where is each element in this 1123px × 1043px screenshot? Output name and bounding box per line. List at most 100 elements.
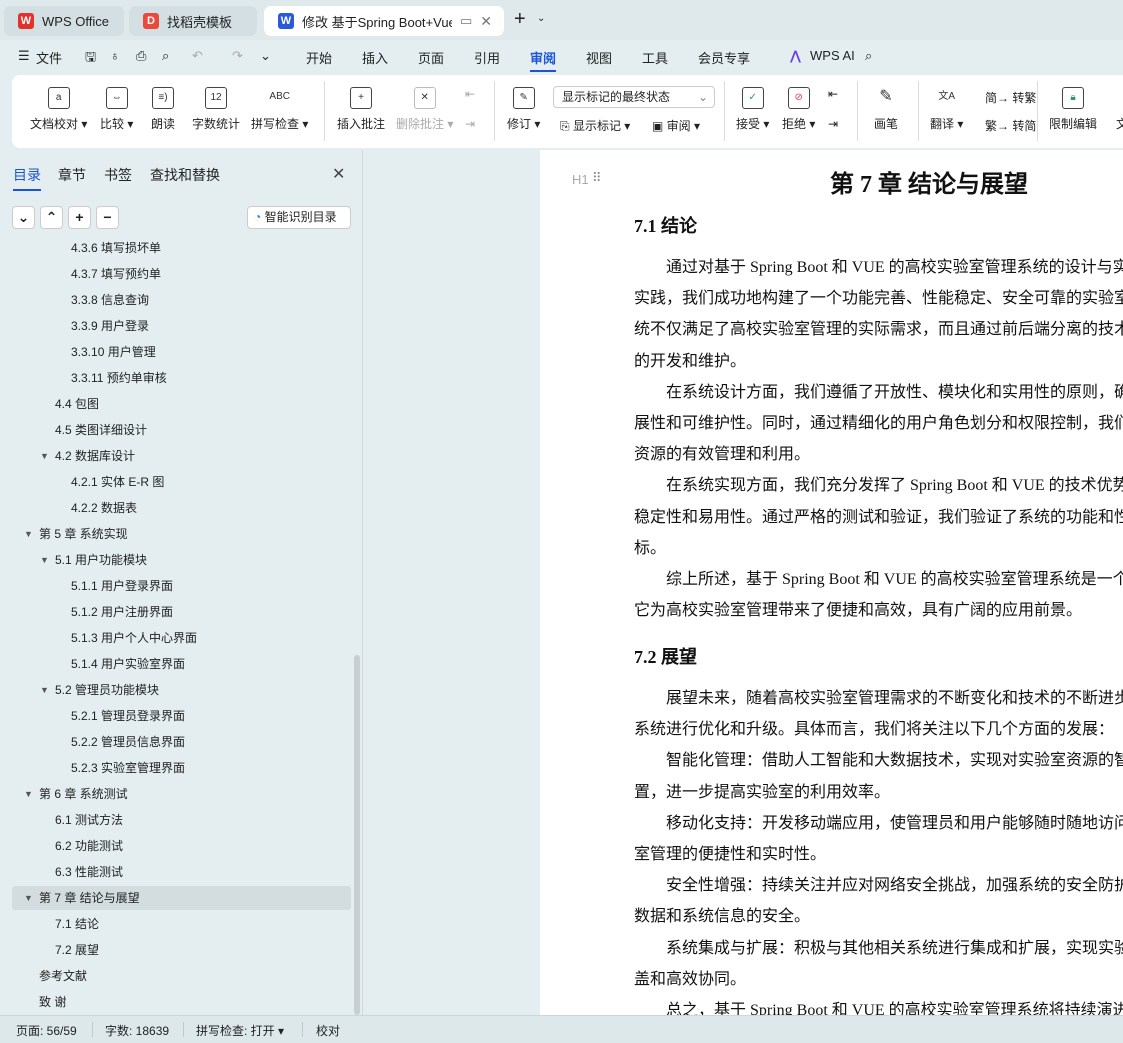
- menu-wps-ai[interactable]: WPS AI: [810, 48, 855, 63]
- next-comment-icon[interactable]: ⇥: [465, 117, 475, 131]
- toc-item[interactable]: 6.1 测试方法: [12, 808, 351, 832]
- tab-docer[interactable]: D 找稻壳模板: [129, 6, 257, 36]
- toc-item[interactable]: 参考文献: [12, 964, 351, 988]
- menu-start[interactable]: 开始: [306, 48, 332, 67]
- menu-file[interactable]: 文件: [36, 48, 62, 67]
- expand-triangle-icon[interactable]: ▼: [24, 886, 33, 910]
- read-aloud-button[interactable]: ≡) 朗读: [151, 87, 175, 132]
- expand-triangle-icon[interactable]: ▼: [40, 678, 49, 702]
- to-simplified-button[interactable]: 繁→ 转简: [985, 117, 1036, 134]
- spell-check-status[interactable]: 拼写检查: 打开 ▾: [196, 1022, 284, 1039]
- smart-toc-button[interactable]: ◔ 智能识别目录: [247, 206, 351, 229]
- toc-item[interactable]: 7.1 结论: [12, 912, 351, 936]
- toc-item[interactable]: 4.2.2 数据表: [12, 496, 351, 520]
- toc-item[interactable]: 4.4 包图: [12, 392, 351, 416]
- spell-check-button[interactable]: ABC 拼写检查 ▾: [251, 87, 308, 132]
- sidebar-scrollbar[interactable]: [354, 655, 360, 1015]
- to-traditional-button[interactable]: 简→ 转繁: [985, 89, 1036, 106]
- proofread-button[interactable]: a 文档校对 ▾: [30, 87, 87, 132]
- toc-item[interactable]: 5.1.3 用户个人中心界面: [12, 626, 351, 650]
- toc-item[interactable]: 5.2.3 实验室管理界面: [12, 756, 351, 780]
- print-icon[interactable]: ⎙: [136, 48, 146, 64]
- next-change-icon[interactable]: ⇥: [828, 117, 838, 131]
- menu-reference[interactable]: 引用: [474, 48, 500, 67]
- chevron-down-icon[interactable]: ⌄: [537, 13, 545, 24]
- toc-item[interactable]: 5.1.2 用户注册界面: [12, 600, 351, 624]
- page-indicator[interactable]: 页面: 56/59: [16, 1022, 77, 1039]
- toc-item[interactable]: 4.5 类图详细设计: [12, 418, 351, 442]
- show-markup-button[interactable]: ⎘ 显示标记 ▾: [560, 117, 630, 134]
- tab-wps-office[interactable]: W WPS Office: [4, 6, 124, 36]
- expand-triangle-icon[interactable]: ▼: [40, 444, 49, 468]
- toc-item[interactable]: 7.2 展望: [12, 938, 351, 962]
- accept-button[interactable]: ✓ 接受 ▾: [736, 87, 769, 132]
- close-icon[interactable]: ✕: [332, 164, 345, 184]
- review-pane-button[interactable]: ▣ 审阅 ▾: [652, 117, 700, 134]
- toc-item[interactable]: 6.2 功能测试: [12, 834, 351, 858]
- tab-document[interactable]: W 修改 基于Spring Boot+Vue的 ▭ ✕: [264, 6, 504, 36]
- collapse-button[interactable]: ⌄: [12, 206, 35, 229]
- toc-item[interactable]: ▼ 5.2 管理员功能模块: [12, 678, 351, 702]
- tab-toc[interactable]: 目录: [13, 165, 41, 191]
- undo-icon[interactable]: ↶: [192, 48, 203, 64]
- expand-button[interactable]: ⌃: [40, 206, 63, 229]
- save-icon[interactable]: 🖫: [85, 48, 96, 70]
- monitor-icon[interactable]: ▭: [460, 13, 472, 29]
- expand-triangle-icon[interactable]: ▼: [24, 782, 33, 806]
- menu-member[interactable]: 会员专享: [698, 48, 750, 67]
- search-icon[interactable]: ⌕: [865, 48, 872, 64]
- new-tab-icon[interactable]: +: [514, 8, 526, 31]
- toc-item[interactable]: ▼ 第 5 章 系统实现: [12, 522, 351, 546]
- toc-item[interactable]: 3.3.11 预约单审核: [12, 366, 351, 390]
- proofread-status[interactable]: 校对: [316, 1022, 340, 1039]
- menu-tools[interactable]: 工具: [642, 48, 668, 67]
- menu-view[interactable]: 视图: [586, 48, 612, 67]
- toc-item[interactable]: ▼ 5.1 用户功能模块: [12, 548, 351, 572]
- menu-page[interactable]: 页面: [418, 48, 444, 67]
- toc-item[interactable]: 4.3.6 填写损坏单: [12, 236, 351, 260]
- toc-item[interactable]: 3.3.10 用户管理: [12, 340, 351, 364]
- word-count[interactable]: 字数: 18639: [105, 1022, 169, 1039]
- redo-icon[interactable]: ↷: [232, 48, 243, 64]
- restrict-edit-button[interactable]: 🔒︎ 限制编辑: [1049, 87, 1097, 132]
- share-icon[interactable]: ♁: [110, 48, 120, 63]
- toc-item[interactable]: 5.1.4 用户实验室界面: [12, 652, 351, 676]
- reject-button[interactable]: ⊘ 拒绝 ▾: [782, 87, 815, 132]
- tab-bookmarks[interactable]: 书签: [104, 165, 132, 185]
- more-chevron-icon[interactable]: ⌄: [260, 48, 271, 64]
- track-changes-button[interactable]: ✎ 修订 ▾: [507, 87, 540, 132]
- prev-change-icon[interactable]: ⇤: [828, 87, 838, 101]
- toc-item[interactable]: ▼ 4.2 数据库设计: [12, 444, 351, 468]
- toc-item[interactable]: ▼ 第 7 章 结论与展望: [12, 886, 351, 910]
- toc-item[interactable]: 5.1.1 用户登录界面: [12, 574, 351, 598]
- toc-item[interactable]: 5.2.1 管理员登录界面: [12, 704, 351, 728]
- toc-item[interactable]: 4.2.1 实体 E-R 图: [12, 470, 351, 494]
- menu-insert[interactable]: 插入: [362, 48, 388, 67]
- document-page[interactable]: H1 ⠿ 第 7 章 结论与展望 7.1 结论 通过对基于 Spring Boo…: [540, 150, 1123, 1015]
- tab-find-replace[interactable]: 查找和替换: [150, 165, 220, 185]
- document-button[interactable]: 文: [1111, 87, 1123, 132]
- toc-item[interactable]: 3.3.8 信息查询: [12, 288, 351, 312]
- delete-comment-button[interactable]: ✕ 删除批注 ▾: [396, 87, 453, 132]
- hamburger-icon[interactable]: ☰: [18, 48, 30, 64]
- tab-sections[interactable]: 章节: [58, 165, 86, 185]
- prev-comment-icon[interactable]: ⇤: [465, 87, 475, 101]
- heading-marker[interactable]: H1: [572, 172, 589, 187]
- expand-triangle-icon[interactable]: ▼: [24, 522, 33, 546]
- word-count-button[interactable]: 12 字数统计: [192, 87, 240, 132]
- drag-handle-icon[interactable]: ⠿: [592, 170, 602, 186]
- toc-item[interactable]: 5.2.2 管理员信息界面: [12, 730, 351, 754]
- toc-item[interactable]: 致 谢: [12, 990, 351, 1014]
- toc-item[interactable]: 4.3.7 填写预约单: [12, 262, 351, 286]
- pen-button[interactable]: ✎ 画笔: [874, 87, 898, 132]
- compare-button[interactable]: ⇔ 比较 ▾: [100, 87, 133, 132]
- menu-review[interactable]: 审阅: [530, 48, 557, 72]
- toc-item[interactable]: ▼ 第 6 章 系统测试: [12, 782, 351, 806]
- expand-triangle-icon[interactable]: ▼: [40, 548, 49, 572]
- print-preview-icon[interactable]: ⌕: [162, 48, 169, 64]
- toc-item[interactable]: 6.3 性能测试: [12, 860, 351, 884]
- toc-item[interactable]: 3.3.9 用户登录: [12, 314, 351, 338]
- demote-button[interactable]: −: [96, 206, 119, 229]
- markup-mode-select[interactable]: 显示标记的最终状态 ⌄: [553, 86, 715, 108]
- promote-button[interactable]: +: [68, 206, 91, 229]
